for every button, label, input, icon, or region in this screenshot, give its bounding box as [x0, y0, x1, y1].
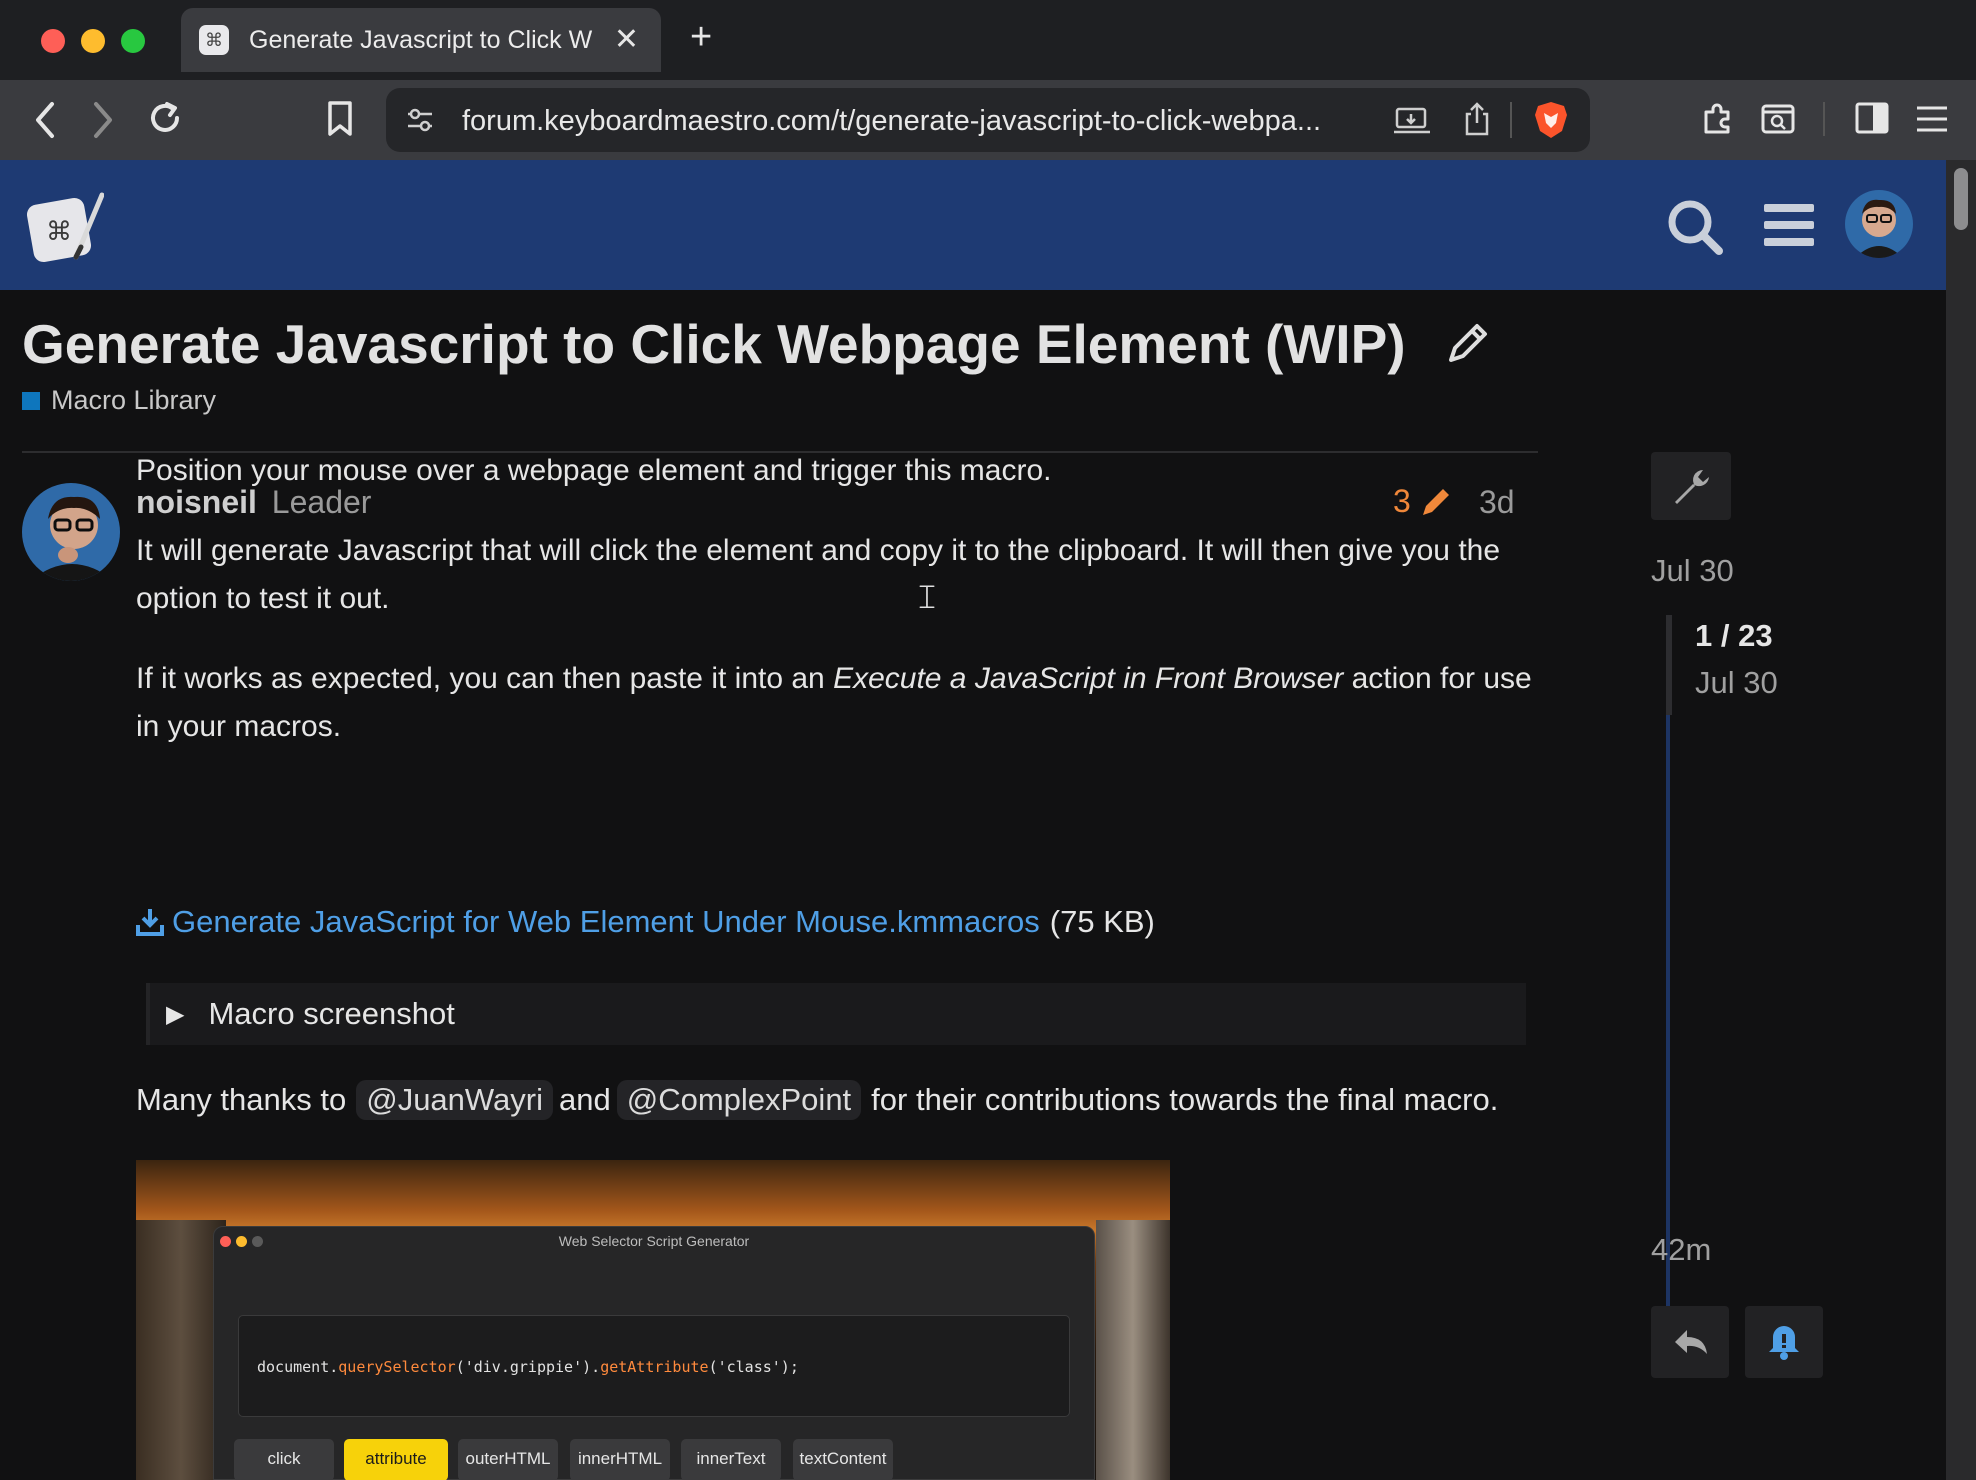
brave-shields-icon[interactable]: [1534, 101, 1568, 139]
p3-emphasis: Execute a JavaScript in Front Browser: [833, 662, 1344, 695]
post-paragraph-1: Position your mouse over a webpage eleme…: [136, 454, 1052, 487]
mention-juanwayri[interactable]: @JuanWayri: [356, 1080, 553, 1120]
close-window-button[interactable]: [41, 29, 65, 53]
zoom-window-button[interactable]: [121, 29, 145, 53]
details-summary[interactable]: Macro screenshot: [208, 996, 454, 1032]
close-tab-icon[interactable]: ✕: [614, 22, 639, 57]
browser-menu-icon[interactable]: [1915, 104, 1949, 134]
image-button-innertext: innerText: [681, 1439, 781, 1480]
notifications-button[interactable]: [1745, 1306, 1823, 1378]
minimize-window-button[interactable]: [81, 29, 105, 53]
topic-admin-button[interactable]: [1651, 452, 1731, 520]
thanks-before: Many thanks to: [136, 1082, 347, 1117]
reply-button[interactable]: [1651, 1306, 1729, 1378]
reload-icon[interactable]: [145, 98, 185, 138]
svg-text:⌘: ⌘: [46, 217, 72, 247]
image-button-textcontent: textContent: [793, 1439, 893, 1480]
current-user-avatar[interactable]: [1845, 190, 1913, 258]
sidebar-icon[interactable]: [1855, 102, 1889, 134]
post-image[interactable]: Web Selector Script Generator document.q…: [136, 1160, 1170, 1480]
edit-title-pencil-icon[interactable]: [1445, 320, 1491, 366]
timeline-position: 1 / 23: [1695, 618, 1773, 653]
image-background-right: [1096, 1220, 1170, 1480]
timeline-last-activity[interactable]: 42m: [1651, 1232, 1711, 1268]
timeline-current-date: Jul 30: [1695, 665, 1778, 700]
install-app-icon[interactable]: [1394, 106, 1430, 136]
category-badge[interactable]: Macro Library: [22, 385, 216, 416]
forward-icon[interactable]: [90, 100, 116, 140]
new-tab-icon[interactable]: +: [690, 16, 712, 59]
thanks-and: and: [558, 1082, 611, 1117]
category-color-swatch: [22, 391, 40, 410]
attachment-size: (75 KB): [1049, 904, 1155, 939]
bell-icon: [1769, 1326, 1799, 1360]
browser-tab-bar: ⌘ Generate Javascript to Click W ✕ +: [0, 0, 1976, 80]
thanks-after: for their contributions towards the fina…: [871, 1082, 1499, 1117]
post-paragraph-2: It will generate Javascript that will cl…: [136, 534, 1501, 615]
image-button-outerhtml: outerHTML: [458, 1439, 558, 1480]
category-name[interactable]: Macro Library: [51, 385, 216, 416]
mention-complexpoint[interactable]: @ComplexPoint: [616, 1080, 862, 1120]
share-icon[interactable]: [1463, 101, 1491, 137]
scrollbar-thumb[interactable]: [1954, 168, 1968, 230]
forum-page: ⌘ Generate Javascript to Click Webpage E…: [0, 160, 1946, 1480]
post-author-avatar[interactable]: [22, 483, 120, 581]
web-selector-window: Web Selector Script Generator document.q…: [213, 1226, 1095, 1480]
search-icon[interactable]: [1666, 198, 1724, 256]
url-text[interactable]: forum.keyboardmaestro.com/t/generate-jav…: [462, 105, 1362, 138]
url-divider: [1510, 102, 1512, 138]
extensions-icon[interactable]: [1700, 100, 1736, 136]
code-text: document.querySelector('div.grippie').ge…: [257, 1358, 799, 1376]
attachment: Generate JavaScript for Web Element Unde…: [136, 904, 1155, 940]
site-settings-icon[interactable]: [404, 104, 436, 136]
p3-before: If it works as expected, you can then pa…: [136, 662, 834, 695]
image-window-title: Web Selector Script Generator: [558, 1233, 750, 1249]
bookmark-icon[interactable]: [326, 100, 354, 138]
download-icon: [136, 909, 164, 936]
wrench-icon: [1675, 470, 1709, 504]
post-paragraph-3: If it works as expected, you can then pa…: [136, 655, 1536, 751]
topic-title: Generate Javascript to Click Webpage Ele…: [22, 313, 1406, 375]
image-button-innerhtml: innerHTML: [570, 1439, 670, 1480]
reply-icon: [1675, 1330, 1707, 1354]
hamburger-menu-icon[interactable]: [1764, 202, 1814, 248]
tab-title: Generate Javascript to Click W: [249, 25, 593, 54]
active-tab[interactable]: ⌘ Generate Javascript to Click W ✕: [181, 8, 661, 72]
keyboard-maestro-logo-icon[interactable]: ⌘: [26, 187, 104, 265]
toolbar-divider: [1823, 102, 1825, 136]
thanks-paragraph: Many thanks to @JuanWayri and @ComplexPo…: [136, 1080, 1498, 1120]
code-output-box: document.querySelector('div.grippie').ge…: [238, 1315, 1070, 1417]
page-scrollbar[interactable]: [1946, 160, 1976, 1480]
expand-triangle-icon[interactable]: ▶: [166, 1000, 184, 1029]
timeline-start-date[interactable]: Jul 30: [1651, 553, 1734, 589]
image-button-attribute: attribute: [344, 1439, 448, 1480]
image-button-click: click: [234, 1439, 334, 1480]
browser-toolbar: forum.keyboardmaestro.com/t/generate-jav…: [0, 80, 1976, 160]
keyboard-maestro-favicon-icon: ⌘: [199, 25, 229, 55]
forum-header: ⌘: [0, 160, 1946, 290]
macro-screenshot-details[interactable]: ▶ Macro screenshot: [146, 983, 1526, 1045]
timeline-handle[interactable]: [1666, 615, 1672, 715]
reader-mode-icon[interactable]: [1760, 100, 1796, 136]
back-icon[interactable]: [32, 100, 58, 140]
attachment-link[interactable]: Generate JavaScript for Web Element Unde…: [172, 904, 1040, 940]
address-bar[interactable]: forum.keyboardmaestro.com/t/generate-jav…: [386, 88, 1590, 152]
